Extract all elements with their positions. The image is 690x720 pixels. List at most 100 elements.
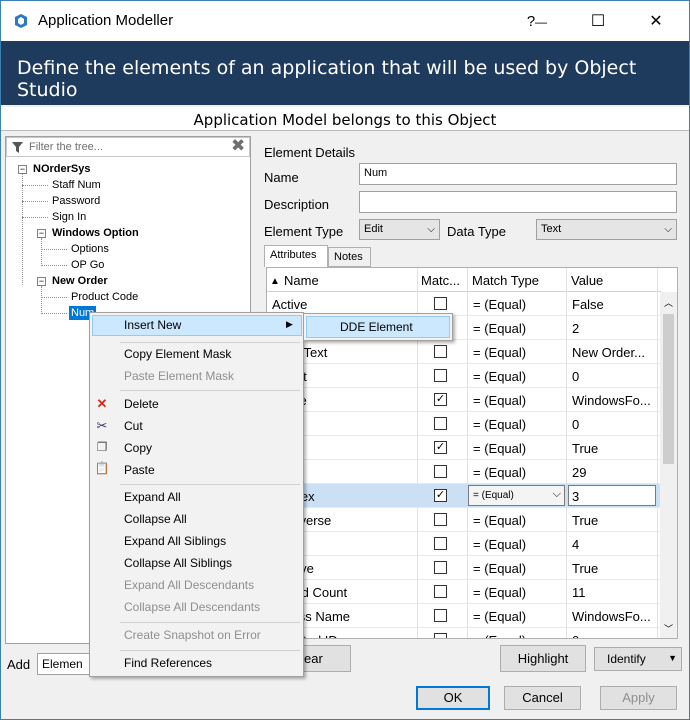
match-type[interactable]: = (Equal) xyxy=(473,633,526,638)
tree-filter-input[interactable]: Filter the tree... ✖ xyxy=(6,136,250,157)
match-type[interactable]: = (Equal) xyxy=(473,490,514,501)
match-type[interactable]: = (Equal) xyxy=(473,321,526,336)
match-checkbox[interactable] xyxy=(434,465,447,478)
column-name[interactable]: Name xyxy=(284,273,319,288)
element-type-select[interactable]: Edit ⌵ xyxy=(359,219,440,240)
match-checkbox[interactable] xyxy=(434,609,447,622)
column-match[interactable]: Matc... xyxy=(421,273,460,288)
column-match-type[interactable]: Match Type xyxy=(472,273,539,288)
menu-item-collapse-all[interactable]: Collapse All xyxy=(124,512,187,526)
minimize-button[interactable]: — xyxy=(533,7,549,37)
match-checkbox[interactable] xyxy=(434,585,447,598)
scroll-down-icon[interactable]: ﹀ xyxy=(664,622,673,635)
application-model-header[interactable]: Application Model belongs to this Object xyxy=(1,107,689,131)
collapse-icon[interactable]: − xyxy=(37,277,46,286)
scroll-thumb[interactable] xyxy=(663,314,674,464)
table-row[interactable]: nt= (Equal)29 xyxy=(267,460,661,484)
description-input[interactable] xyxy=(359,191,677,213)
menu-item-paste[interactable]: Paste xyxy=(124,463,155,477)
tab-attributes[interactable]: Attributes xyxy=(264,245,328,267)
tree-node-norderSys[interactable]: NOrderSys xyxy=(33,163,90,175)
table-row[interactable]: t Child Count = (Equal) 11 xyxy=(267,580,661,604)
table-row[interactable]: Name✓= (Equal)WindowsFo... xyxy=(267,388,661,412)
tree-node-windows-option[interactable]: Windows Option xyxy=(52,227,139,239)
tree-line xyxy=(22,173,23,285)
match-type[interactable]: = (Equal) xyxy=(473,417,526,432)
match-checkbox[interactable] xyxy=(434,537,447,550)
match-checkbox[interactable] xyxy=(434,417,447,430)
menu-item-insert-new[interactable]: Insert New xyxy=(124,318,181,332)
table-row[interactable]: t Class Name = (Equal) WindowsFo... xyxy=(267,604,661,628)
apply-button[interactable]: Apply xyxy=(600,686,677,710)
tree-node-options[interactable]: Options xyxy=(71,243,109,255)
match-checkbox[interactable] xyxy=(434,369,447,382)
collapse-icon[interactable]: − xyxy=(18,165,27,174)
table-row[interactable]: Count= (Equal)0 xyxy=(267,364,661,388)
grid-scrollbar[interactable]: ︿ ﹀ xyxy=(660,292,677,638)
menu-item-cut[interactable]: Cut xyxy=(124,419,143,433)
identify-button[interactable]: Identify ▼ xyxy=(594,647,682,671)
tree-line xyxy=(41,265,67,266)
menu-item-copy[interactable]: Copy xyxy=(124,441,152,455)
table-row[interactable]: stors Text= (Equal)New Order... xyxy=(267,340,661,364)
clear-filter-icon[interactable]: ✖ xyxy=(231,136,245,156)
table-row[interactable]: h Index✓⌵= (Equal)3 xyxy=(267,484,661,508)
collapse-icon[interactable]: − xyxy=(37,229,46,238)
column-value[interactable]: Value xyxy=(571,273,603,288)
menu-item-expand-all-siblings[interactable]: Expand All Siblings xyxy=(124,534,226,548)
match-type[interactable]: = (Equal) xyxy=(473,345,526,360)
match-checkbox[interactable] xyxy=(434,513,447,526)
menu-item-find-references[interactable]: Find References xyxy=(124,656,212,670)
menu-item-paste-element-mask[interactable]: Paste Element Mask xyxy=(124,369,234,383)
add-element-select[interactable]: Elemen xyxy=(37,653,97,675)
tree-node-op-go[interactable]: OP Go xyxy=(71,259,104,271)
tab-notes[interactable]: Notes xyxy=(328,247,371,267)
data-type-select[interactable]: Text ⌵ xyxy=(536,219,677,240)
table-row[interactable]: t Control ID= (Equal)0 xyxy=(267,628,661,638)
table-row[interactable]: h Reverse= (Equal)True xyxy=(267,508,661,532)
match-type[interactable]: = (Equal) xyxy=(473,369,526,384)
match-checkbox[interactable] xyxy=(434,561,447,574)
clear-button[interactable]: ear xyxy=(297,645,351,672)
match-type[interactable]: = (Equal) xyxy=(473,537,526,552)
match-type[interactable]: = (Equal) xyxy=(473,513,526,528)
match-checkbox[interactable] xyxy=(434,345,447,358)
match-checkbox[interactable] xyxy=(434,297,447,310)
table-row[interactable]: rol ID= (Equal)0 xyxy=(267,412,661,436)
highlight-button[interactable]: Highlight xyxy=(500,645,586,672)
ok-button[interactable]: OK xyxy=(416,686,490,710)
match-checkbox[interactable]: ✓ xyxy=(434,489,447,502)
tree-node-password[interactable]: Password xyxy=(52,195,100,207)
match-type[interactable]: = (Equal) xyxy=(473,585,526,600)
table-row[interactable]: t Active= (Equal)True xyxy=(267,556,661,580)
close-button[interactable]: ✕ xyxy=(641,7,671,37)
cancel-button[interactable]: Cancel xyxy=(504,686,581,710)
table-row[interactable]: al= (Equal)4 xyxy=(267,532,661,556)
name-input[interactable]: Num xyxy=(359,163,677,185)
match-type[interactable]: = (Equal) xyxy=(473,561,526,576)
menu-item-collapse-all-siblings[interactable]: Collapse All Siblings xyxy=(124,556,232,570)
table-row[interactable]: ed✓= (Equal)True xyxy=(267,436,661,460)
tree-node-new-order[interactable]: New Order xyxy=(52,275,108,287)
maximize-button[interactable]: ☐ xyxy=(583,7,613,37)
menu-item-copy-element-mask[interactable]: Copy Element Mask xyxy=(124,347,231,361)
tree-line xyxy=(41,238,42,266)
menu-item-expand-all-descendants[interactable]: Expand All Descendants xyxy=(124,578,254,592)
match-type[interactable]: = (Equal) xyxy=(473,609,526,624)
menu-item-dde-element[interactable]: DDE Element xyxy=(340,320,413,334)
tree-node-staff-num[interactable]: Staff Num xyxy=(52,179,101,191)
menu-item-create-snapshot[interactable]: Create Snapshot on Error xyxy=(124,628,261,642)
match-checkbox[interactable] xyxy=(434,633,447,638)
match-checkbox[interactable]: ✓ xyxy=(434,441,447,454)
tree-node-product-code[interactable]: Product Code xyxy=(71,291,138,303)
menu-item-delete[interactable]: Delete xyxy=(124,397,159,411)
match-type[interactable]: = (Equal) xyxy=(473,441,526,456)
match-type[interactable]: = (Equal) xyxy=(473,297,526,312)
scroll-up-icon[interactable]: ︿ xyxy=(664,296,673,309)
match-type[interactable]: = (Equal) xyxy=(473,393,526,408)
menu-item-collapse-all-descendants[interactable]: Collapse All Descendants xyxy=(124,600,260,614)
match-checkbox[interactable]: ✓ xyxy=(434,393,447,406)
match-type[interactable]: = (Equal) xyxy=(473,465,526,480)
tree-node-sign-in[interactable]: Sign In xyxy=(52,211,86,223)
menu-item-expand-all[interactable]: Expand All xyxy=(124,490,181,504)
